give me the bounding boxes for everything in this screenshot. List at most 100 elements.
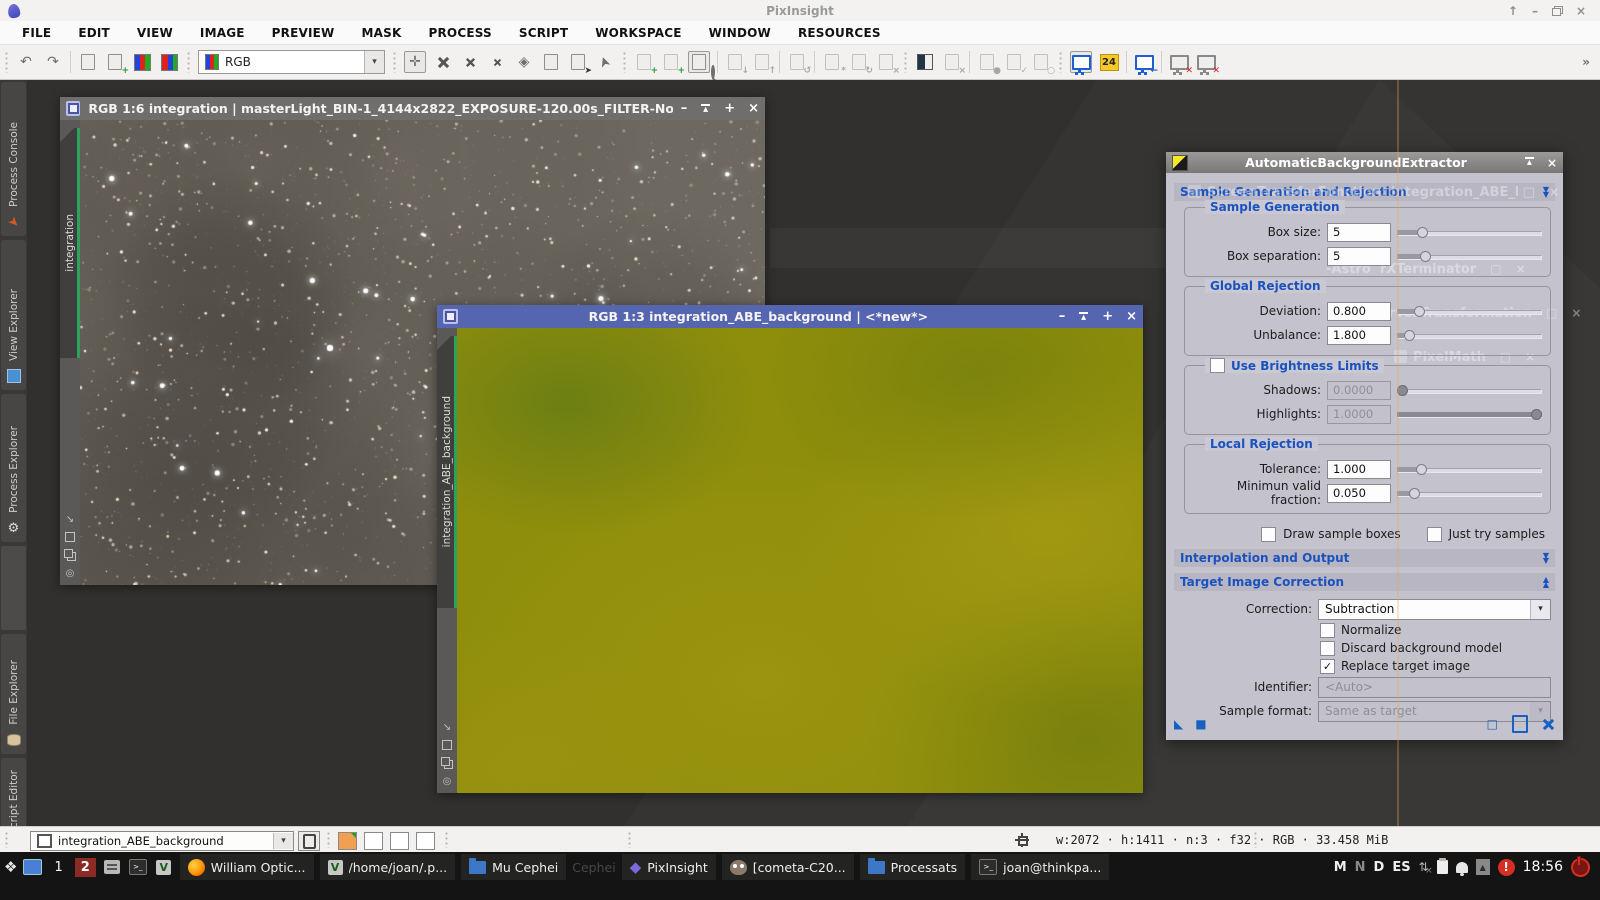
new-process-icon[interactable]: + bbox=[661, 52, 681, 72]
close-icon[interactable]: × bbox=[1547, 156, 1557, 170]
shrink-arrows-icon[interactable] bbox=[487, 52, 507, 72]
section-interpolation-output[interactable]: Interpolation and Output ▼▼ bbox=[1174, 549, 1555, 567]
statusbar-drag-handle[interactable] bbox=[326, 831, 331, 848]
screen-transfer-icon[interactable] bbox=[1070, 51, 1092, 73]
menu-edit[interactable]: EDIT bbox=[78, 26, 110, 40]
statusbar-drag-handle[interactable] bbox=[1253, 831, 1258, 848]
removable-media-icon[interactable]: ▲ bbox=[1476, 859, 1490, 875]
iconize-window-icon[interactable]: ↓ bbox=[725, 52, 745, 72]
box-size-slider[interactable] bbox=[1397, 226, 1542, 239]
apply-instance-icon[interactable]: ◣ bbox=[1174, 717, 1183, 731]
statusbar-drag-handle[interactable] bbox=[444, 831, 449, 848]
just-try-samples-checkbox[interactable] bbox=[1427, 527, 1442, 542]
minimize-icon[interactable]: – bbox=[1059, 310, 1066, 323]
expand-section-icon[interactable]: ▼▼ bbox=[1543, 553, 1549, 563]
redo-icon[interactable]: ↷ bbox=[43, 52, 63, 72]
clipboard-icon[interactable] bbox=[1437, 860, 1448, 874]
section-target-image-correction[interactable]: Target Image Correction ▲▲ bbox=[1174, 573, 1555, 591]
browse-documentation-icon[interactable] bbox=[1512, 715, 1528, 733]
mask-remove-icon[interactable]: × bbox=[942, 52, 962, 72]
menu-file[interactable]: FILE bbox=[22, 26, 51, 40]
page-select-icon[interactable]: ➤ bbox=[568, 52, 588, 72]
edit-instance-icon[interactable]: □ bbox=[1487, 717, 1498, 731]
shade-icon[interactable] bbox=[1524, 156, 1535, 167]
window-list-icon[interactable]: ❖ bbox=[4, 858, 17, 876]
close-window-icon[interactable]: × bbox=[1576, 5, 1586, 17]
toolbar-drag-handle[interactable] bbox=[622, 51, 627, 73]
keyboard-layout-indicator[interactable]: ES bbox=[1392, 860, 1410, 875]
minimize-window-icon[interactable]: – bbox=[1532, 5, 1538, 17]
merge-channels-icon[interactable] bbox=[159, 52, 179, 72]
reset-icon[interactable] bbox=[1542, 718, 1555, 731]
abe-dialog-titlebar[interactable]: AutomaticBackgroundExtractor × bbox=[1166, 152, 1563, 173]
thumbnail-slot[interactable] bbox=[390, 832, 409, 850]
rename-view-icon[interactable] bbox=[78, 52, 98, 72]
workspace-2-button[interactable]: 2 bbox=[75, 858, 96, 877]
tray-indicator-d[interactable]: D bbox=[1374, 860, 1385, 875]
close-icon[interactable]: × bbox=[1126, 310, 1137, 323]
unbalance-slider[interactable] bbox=[1397, 329, 1542, 342]
expand-arrows-icon[interactable] bbox=[433, 52, 453, 72]
zoom-in-icon[interactable]: + bbox=[724, 102, 735, 115]
mask-invert-icon[interactable]: ● bbox=[977, 52, 997, 72]
view-tab-abe-background[interactable]: integration_ABE_background bbox=[437, 336, 457, 608]
revert-window-icon[interactable]: ↺ bbox=[787, 52, 807, 72]
channel-selector[interactable]: RGB ▾ bbox=[198, 50, 385, 74]
alert-icon[interactable]: ! bbox=[1498, 859, 1515, 876]
thumbnail-slot-active[interactable] bbox=[338, 832, 357, 850]
pointer-icon[interactable]: ➤ bbox=[592, 49, 618, 75]
normalize-checkbox[interactable] bbox=[1320, 623, 1335, 638]
power-icon[interactable] bbox=[1571, 858, 1590, 877]
menu-preview[interactable]: PREVIEW bbox=[272, 26, 335, 40]
menu-image[interactable]: IMAGE bbox=[200, 26, 245, 40]
deviation-slider[interactable] bbox=[1397, 305, 1542, 318]
section-sample-generation-rejection[interactable]: Sample Generation and Rejection ▼▼ bbox=[1174, 183, 1555, 201]
task-firefox[interactable]: William Optic... bbox=[180, 854, 314, 880]
box-separation-slider[interactable] bbox=[1397, 250, 1542, 263]
window-refresh-icon[interactable]: ↻ bbox=[849, 52, 869, 72]
selection-mode-icon[interactable]: ◎ bbox=[66, 568, 75, 579]
collapse-arrows-icon[interactable] bbox=[460, 52, 480, 72]
tolerance-slider[interactable] bbox=[1397, 463, 1542, 476]
view-list-button[interactable] bbox=[298, 831, 320, 851]
network-offline-icon[interactable]: ⇅ bbox=[1419, 860, 1429, 874]
mask-show-icon[interactable]: ✓ bbox=[1004, 52, 1024, 72]
task-terminal[interactable]: >_joan@thinkpa... bbox=[971, 854, 1109, 880]
draw-sample-boxes-checkbox[interactable] bbox=[1261, 527, 1276, 542]
screen-reset-icon[interactable]: ✕ bbox=[1169, 52, 1189, 72]
fit-view-icon[interactable] bbox=[442, 740, 452, 750]
restore-window-icon[interactable] bbox=[1552, 6, 1562, 15]
menu-script[interactable]: SCRIPT bbox=[519, 26, 568, 40]
menu-resources[interactable]: RESOURCES bbox=[798, 26, 881, 40]
toolbar-overflow-icon[interactable]: » bbox=[1582, 55, 1596, 69]
task-pixinsight[interactable]: ◆PixInsight bbox=[622, 854, 716, 880]
color-depth-24-icon[interactable]: 24 bbox=[1099, 52, 1119, 72]
statusbar-drag-handle[interactable] bbox=[627, 831, 632, 848]
duplicate-view-icon[interactable] bbox=[441, 757, 450, 766]
task-vim[interactable]: V/home/joan/.p... bbox=[320, 854, 456, 880]
workspace-1-button[interactable]: 1 bbox=[48, 858, 68, 877]
selection-mode-icon[interactable]: ◎ bbox=[443, 776, 452, 787]
collapse-section-icon[interactable]: ▲▲ bbox=[1543, 577, 1549, 587]
screen-disable-icon[interactable]: ✕ bbox=[1196, 52, 1216, 72]
undo-icon[interactable]: ↶ bbox=[16, 52, 36, 72]
apply-global-icon[interactable]: ■ bbox=[1195, 717, 1206, 731]
shade-icon[interactable] bbox=[1078, 311, 1089, 322]
unbalance-input[interactable]: 1.800 bbox=[1327, 326, 1391, 345]
toolbar-drag-handle[interactable] bbox=[392, 51, 397, 73]
sidebar-item-process-explorer[interactable]: Process Explorer ⚙ bbox=[1, 394, 26, 542]
box-size-input[interactable]: 5 bbox=[1327, 223, 1391, 242]
tray-indicator-m[interactable]: M bbox=[1334, 860, 1347, 875]
view-tab-integration[interactable]: integration bbox=[60, 128, 80, 358]
menu-window[interactable]: WINDOW bbox=[709, 26, 771, 40]
editor-launcher-icon[interactable]: V bbox=[154, 857, 174, 877]
task-folder-processats[interactable]: Processats bbox=[860, 854, 966, 880]
new-window-icon[interactable]: + bbox=[105, 52, 125, 72]
show-desktop-button[interactable] bbox=[23, 859, 42, 875]
image-window-abe-background[interactable]: RGB 1:3 integration_ABE_background | <*n… bbox=[437, 305, 1143, 793]
minimize-icon[interactable]: – bbox=[681, 102, 688, 115]
deviation-input[interactable]: 0.800 bbox=[1327, 302, 1391, 321]
view-selector-arrow-icon[interactable]: ▾ bbox=[273, 833, 293, 849]
pan-mode-icon[interactable]: ◈ bbox=[514, 52, 534, 72]
file-manager-launcher-icon[interactable] bbox=[102, 857, 122, 877]
